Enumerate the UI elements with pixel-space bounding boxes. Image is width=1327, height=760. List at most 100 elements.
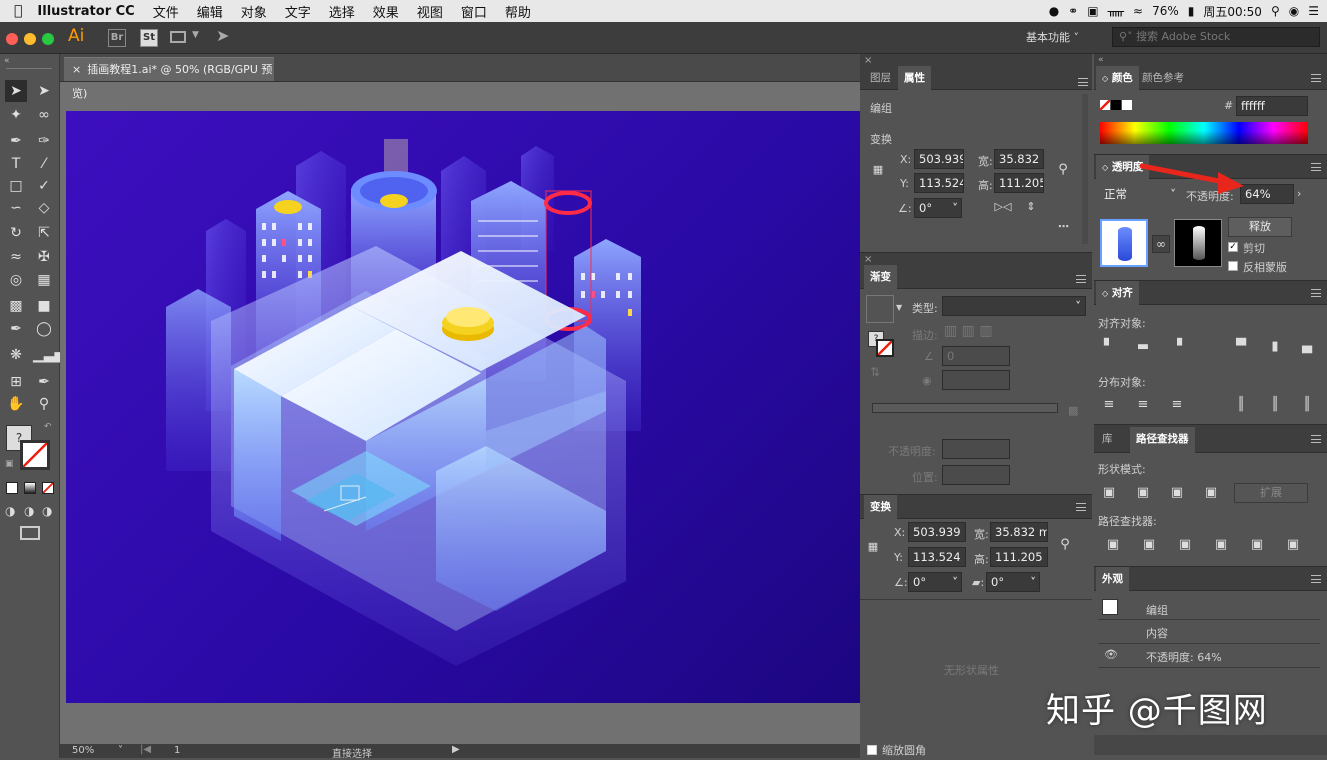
menu-select[interactable]: 选择 xyxy=(320,2,364,21)
column-graph-icon[interactable]: ▁▃▅ xyxy=(33,344,65,366)
default-colors-icon[interactable]: ▣ xyxy=(5,459,14,469)
align-top-icon[interactable]: ▀ xyxy=(1232,339,1250,357)
puppet-warp-icon[interactable]: ✠ xyxy=(33,246,55,268)
wifi-icon[interactable]: ≈ xyxy=(1133,4,1143,18)
magic-wand-icon[interactable]: ✦ xyxy=(5,104,27,126)
menu-object[interactable]: 对象 xyxy=(232,2,276,21)
trim-icon[interactable]: ▣ xyxy=(1140,537,1158,555)
appearance-row-group[interactable]: 编组 xyxy=(1146,602,1168,618)
flip-horizontal-icon[interactable]: ▷◁ xyxy=(994,199,1012,217)
chevron-down-icon[interactable]: ˅ xyxy=(952,573,958,591)
align-left-icon[interactable]: ▘ xyxy=(1100,339,1118,357)
transform-x-field[interactable]: 503.939 n xyxy=(908,522,966,542)
status-menu-icon[interactable]: ▶ xyxy=(452,744,460,755)
opacity-slider-arrow[interactable]: › xyxy=(1297,187,1301,200)
close-panel-icon[interactable]: × xyxy=(864,254,872,265)
distribute-right-icon[interactable]: ║ xyxy=(1298,397,1316,415)
flip-vertical-icon[interactable]: ⇕ xyxy=(1022,199,1040,217)
gradient-type-select[interactable]: ˅ xyxy=(942,296,1086,316)
draw-behind-icon[interactable]: ◑ xyxy=(24,504,34,518)
x-position-field[interactable]: 503.939 xyxy=(914,149,964,169)
gradient-slider[interactable] xyxy=(872,403,1058,413)
appearance-row-contents[interactable]: 内容 xyxy=(1146,625,1168,641)
scale-corners-checkbox[interactable] xyxy=(867,745,877,755)
chevron-down-icon[interactable]: ▼ xyxy=(896,303,902,312)
stock-button[interactable]: St xyxy=(140,29,158,47)
display-icon[interactable]: ▣ xyxy=(1087,4,1098,18)
transform-width-field[interactable]: 35.832 m xyxy=(990,522,1048,542)
distribute-left-icon[interactable]: ║ xyxy=(1232,397,1250,415)
transform-panel-title[interactable]: 变换 xyxy=(864,495,897,519)
transform-height-field[interactable]: 111.205 xyxy=(990,547,1048,567)
appearance-panel-title[interactable]: 外观 xyxy=(1096,567,1129,591)
mesh-tool-icon[interactable]: ▩ xyxy=(5,295,27,317)
draw-inside-icon[interactable]: ◑ xyxy=(42,504,52,518)
gradient-opacity-field[interactable] xyxy=(942,439,1010,459)
transform-y-field[interactable]: 113.524 n xyxy=(908,547,966,567)
tab-color[interactable]: ◇ 颜色 xyxy=(1096,66,1139,90)
minus-front-icon[interactable]: ▣ xyxy=(1134,485,1152,503)
merge-icon[interactable]: ▣ xyxy=(1176,537,1194,555)
menu-effect[interactable]: 效果 xyxy=(364,2,408,21)
perspective-grid-icon[interactable]: ▦ xyxy=(33,269,55,291)
chevron-down-icon[interactable]: ˅ xyxy=(118,745,123,756)
color-mode-icon[interactable] xyxy=(6,482,18,494)
selection-tool-icon[interactable]: ➤ xyxy=(5,80,27,102)
clip-checkbox[interactable]: ✓ xyxy=(1228,242,1238,252)
blend-tool-icon[interactable]: ◯ xyxy=(33,318,55,340)
gradient-aspect-field[interactable] xyxy=(942,370,1010,390)
reference-point-icon[interactable]: ▦ xyxy=(864,539,882,557)
tab-layers[interactable]: 图层 xyxy=(864,66,897,90)
reference-point-icon[interactable]: ▦ xyxy=(869,162,887,180)
chevron-down-icon[interactable]: ▼ xyxy=(192,30,199,40)
hand-tool-icon[interactable]: ✋ xyxy=(5,393,27,415)
eyedropper-icon[interactable]: ✒ xyxy=(5,318,27,340)
artboard-number-field[interactable]: 1 xyxy=(174,745,180,756)
first-artboard-icon[interactable]: |◀ xyxy=(140,744,151,755)
outline-icon[interactable]: ▣ xyxy=(1248,537,1266,555)
panel-menu-icon[interactable] xyxy=(1076,503,1086,511)
tab-properties[interactable]: 属性 xyxy=(898,66,931,90)
menu-view[interactable]: 视图 xyxy=(408,2,452,21)
close-tab-icon[interactable]: × xyxy=(72,63,81,76)
menu-type[interactable]: 文字 xyxy=(276,2,320,21)
curvature-tool-icon[interactable]: ✑ xyxy=(33,130,55,152)
tab-pathfinder[interactable]: 路径查找器 xyxy=(1130,427,1195,453)
align-horizontal-center-icon[interactable]: ▬ xyxy=(1134,339,1152,357)
align-right-icon[interactable]: ▝ xyxy=(1168,339,1186,357)
align-bottom-icon[interactable]: ▄ xyxy=(1298,339,1316,357)
distribute-horizontal-center-icon[interactable]: ║ xyxy=(1266,397,1284,415)
panel-menu-icon[interactable] xyxy=(1076,275,1086,283)
chevron-down-icon[interactable]: ˅ xyxy=(1030,573,1036,591)
tab-libraries[interactable]: 库 xyxy=(1096,427,1119,451)
white-swatch[interactable] xyxy=(1122,100,1132,110)
reverse-gradient-icon[interactable]: ⇅ xyxy=(870,365,880,379)
mask-thumbnail[interactable] xyxy=(1174,219,1222,267)
transform-shear-field[interactable]: 0° ˅ xyxy=(986,572,1040,592)
window-close-icon[interactable] xyxy=(6,33,18,45)
align-vertical-center-icon[interactable]: ▮ xyxy=(1266,339,1284,357)
appearance-row-opacity[interactable]: 不透明度: 64% xyxy=(1146,649,1222,665)
menu-help[interactable]: 帮助 xyxy=(496,2,540,21)
distribute-vertical-center-icon[interactable]: ≡ xyxy=(1134,397,1152,415)
pen-tool-icon[interactable]: ✒ xyxy=(5,130,27,152)
eraser-icon[interactable]: ◇ xyxy=(33,197,55,219)
align-panel-title[interactable]: ◇ 对齐 xyxy=(1096,281,1139,305)
transform-angle-field[interactable]: 0° ˅ xyxy=(908,572,962,592)
chevron-down-icon[interactable]: ˅ xyxy=(952,199,958,217)
object-thumbnail[interactable] xyxy=(1100,219,1148,267)
rotate-angle-field[interactable]: 0° ˅ xyxy=(914,198,962,218)
swap-fill-stroke-icon[interactable]: ↶ xyxy=(44,422,52,432)
none-mode-icon[interactable] xyxy=(42,482,54,494)
more-options-icon[interactable]: ⋯ xyxy=(1058,220,1069,233)
panel-menu-icon[interactable] xyxy=(1078,78,1088,86)
panel-collapse-icon[interactable]: « xyxy=(4,56,10,66)
panel-menu-icon[interactable] xyxy=(1311,74,1321,82)
menu-list-icon[interactable]: ☰ xyxy=(1308,4,1319,18)
screen-mode-icon[interactable] xyxy=(20,526,40,540)
invert-mask-checkbox[interactable] xyxy=(1228,261,1238,271)
bluetooth-icon[interactable]: ᚅ xyxy=(1108,4,1124,18)
gradient-panel-title[interactable]: 渐变 xyxy=(864,265,897,289)
workspace-switcher[interactable]: 基本功能 ˅ xyxy=(1026,29,1079,45)
distribute-bottom-icon[interactable]: ≡ xyxy=(1168,397,1186,415)
